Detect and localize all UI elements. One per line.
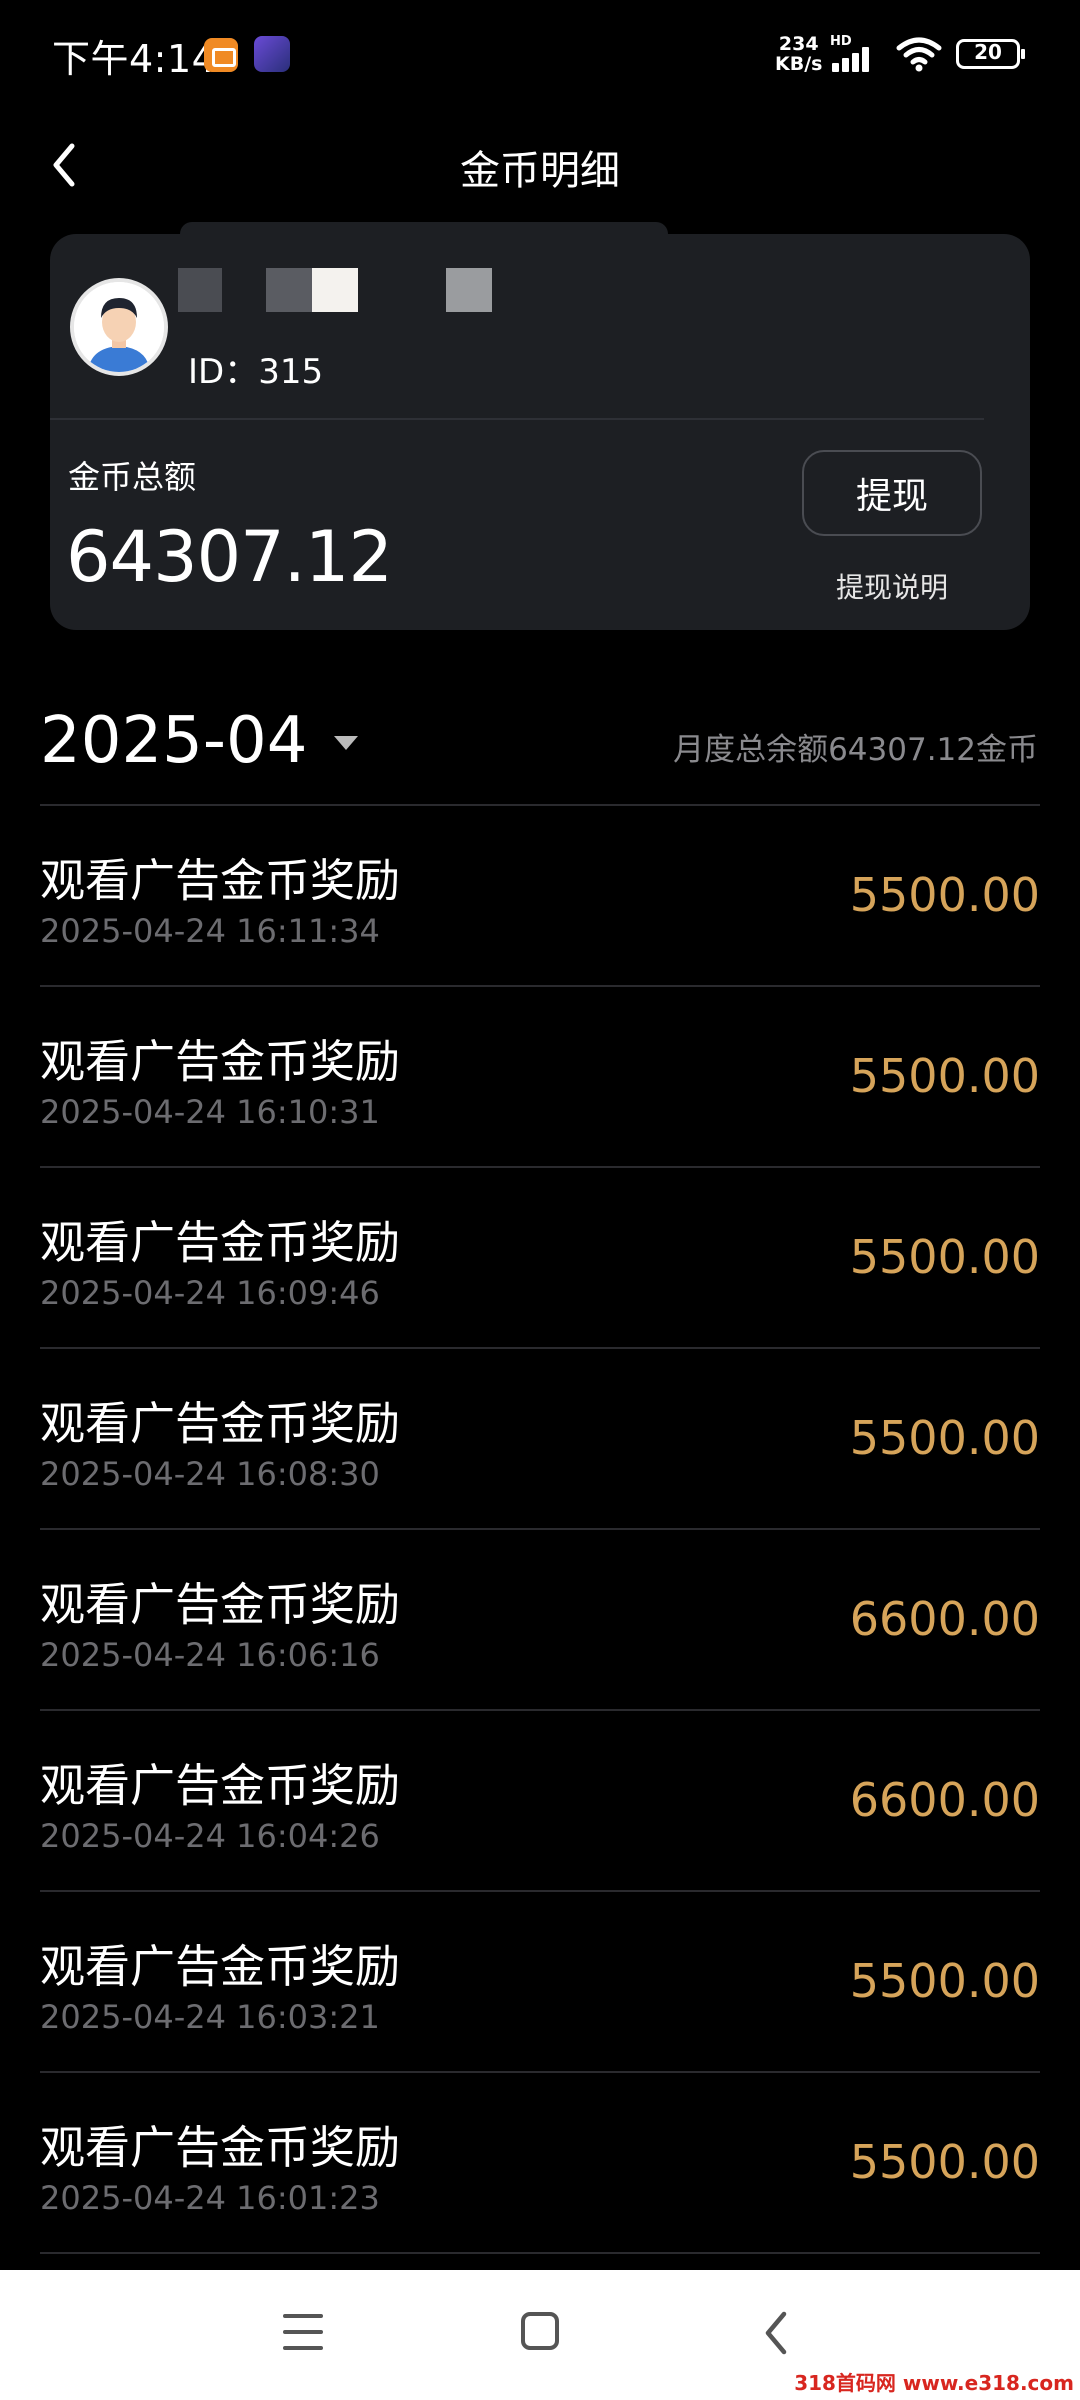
card-divider bbox=[50, 418, 984, 420]
transaction-time: 2025-04-24 16:10:31 bbox=[40, 1093, 380, 1131]
transaction-time: 2025-04-24 16:09:46 bbox=[40, 1274, 380, 1312]
total-coins-label: 金币总额 bbox=[68, 458, 197, 496]
transaction-row[interactable]: 观看广告金币奖励 2025-04-24 16:01:23 5500.00 bbox=[40, 2071, 1040, 2252]
transaction-title: 观看广告金币奖励 bbox=[40, 1035, 401, 1088]
status-bar: 下午4:14 234 KB/s HD 20 bbox=[0, 0, 1080, 110]
transaction-time: 2025-04-24 16:04:26 bbox=[40, 1817, 380, 1855]
transaction-amount: 5500.00 bbox=[849, 1049, 1040, 1103]
page-title: 金币明细 bbox=[460, 148, 620, 194]
user-id: ID：315 bbox=[188, 352, 324, 392]
list-divider bbox=[40, 2252, 1040, 2254]
transaction-row[interactable]: 观看广告金币奖励 2025-04-24 16:04:26 6600.00 bbox=[40, 1709, 1040, 1890]
watermark-text: 318首码网 www.e318.com bbox=[794, 2371, 1074, 2395]
transaction-title: 观看广告金币奖励 bbox=[40, 1578, 401, 1631]
network-speed-value: 234 bbox=[778, 33, 819, 55]
transaction-title: 观看广告金币奖励 bbox=[40, 1216, 401, 1269]
transaction-row[interactable]: 观看广告金币奖励 2025-04-24 16:06:16 6600.00 bbox=[40, 1528, 1040, 1709]
notification-app-icon bbox=[204, 38, 238, 72]
month-selector[interactable]: 2025-04 bbox=[40, 704, 307, 778]
transaction-row[interactable]: 观看广告金币奖励 2025-04-24 16:03:21 5500.00 bbox=[40, 1890, 1040, 2071]
transaction-title: 观看广告金币奖励 bbox=[40, 1940, 401, 1993]
battery-level: 20 bbox=[974, 40, 1002, 64]
month-summary: 月度总余额64307.12金币 bbox=[673, 732, 1038, 768]
transaction-amount: 5500.00 bbox=[849, 2135, 1040, 2189]
transaction-time: 2025-04-24 16:11:34 bbox=[40, 912, 380, 950]
system-navigation-bar: 318首码网 www.e318.com bbox=[0, 2270, 1080, 2400]
withdraw-help-link[interactable]: 提现说明 bbox=[802, 566, 982, 606]
notification-game-icon bbox=[254, 36, 290, 72]
transaction-amount: 6600.00 bbox=[849, 1773, 1040, 1827]
transaction-row[interactable]: 观看广告金币奖励 2025-04-24 16:09:46 5500.00 bbox=[40, 1166, 1040, 1347]
username-redacted bbox=[312, 268, 358, 312]
user-avatar-icon bbox=[74, 282, 164, 372]
transaction-title: 观看广告金币奖励 bbox=[40, 1397, 401, 1450]
transaction-amount: 5500.00 bbox=[849, 1411, 1040, 1465]
transaction-list: 观看广告金币奖励 2025-04-24 16:11:34 5500.00 观看广… bbox=[40, 804, 1040, 2254]
transaction-time: 2025-04-24 16:06:16 bbox=[40, 1636, 380, 1674]
avatar[interactable] bbox=[70, 278, 168, 376]
transaction-row[interactable]: 观看广告金币奖励 2025-04-24 16:11:34 5500.00 bbox=[40, 804, 1040, 985]
total-coins-value: 64307.12 bbox=[66, 516, 393, 598]
transaction-title: 观看广告金币奖励 bbox=[40, 2121, 401, 2174]
transaction-amount: 5500.00 bbox=[849, 868, 1040, 922]
network-speed-unit: KB/s bbox=[775, 53, 823, 75]
wifi-icon bbox=[896, 37, 942, 72]
transaction-amount: 6600.00 bbox=[849, 1592, 1040, 1646]
transaction-row[interactable]: 观看广告金币奖励 2025-04-24 16:10:31 5500.00 bbox=[40, 985, 1040, 1166]
transaction-amount: 5500.00 bbox=[849, 1230, 1040, 1284]
transaction-time: 2025-04-24 16:03:21 bbox=[40, 1998, 380, 2036]
username-redacted bbox=[446, 268, 492, 312]
withdraw-button[interactable]: 提现 bbox=[802, 450, 982, 536]
network-speed: 234 KB/s bbox=[775, 34, 822, 74]
transaction-time: 2025-04-24 16:01:23 bbox=[40, 2179, 380, 2217]
transaction-row[interactable]: 观看广告金币奖励 2025-04-24 16:08:30 5500.00 bbox=[40, 1347, 1040, 1528]
home-icon[interactable] bbox=[521, 2312, 559, 2350]
transaction-title: 观看广告金币奖励 bbox=[40, 1759, 401, 1812]
transaction-title: 观看广告金币奖励 bbox=[40, 854, 401, 907]
battery-icon: 20 bbox=[956, 39, 1025, 69]
transaction-amount: 5500.00 bbox=[849, 1954, 1040, 2008]
username-redacted bbox=[178, 268, 222, 312]
signal-icon bbox=[832, 44, 878, 72]
status-time: 下午4:14 bbox=[52, 37, 217, 81]
transaction-time: 2025-04-24 16:08:30 bbox=[40, 1455, 380, 1493]
recent-apps-icon[interactable] bbox=[283, 2314, 323, 2350]
system-back-icon[interactable] bbox=[762, 2310, 790, 2356]
dropdown-caret-icon[interactable] bbox=[334, 736, 358, 750]
username-redacted bbox=[266, 268, 312, 312]
